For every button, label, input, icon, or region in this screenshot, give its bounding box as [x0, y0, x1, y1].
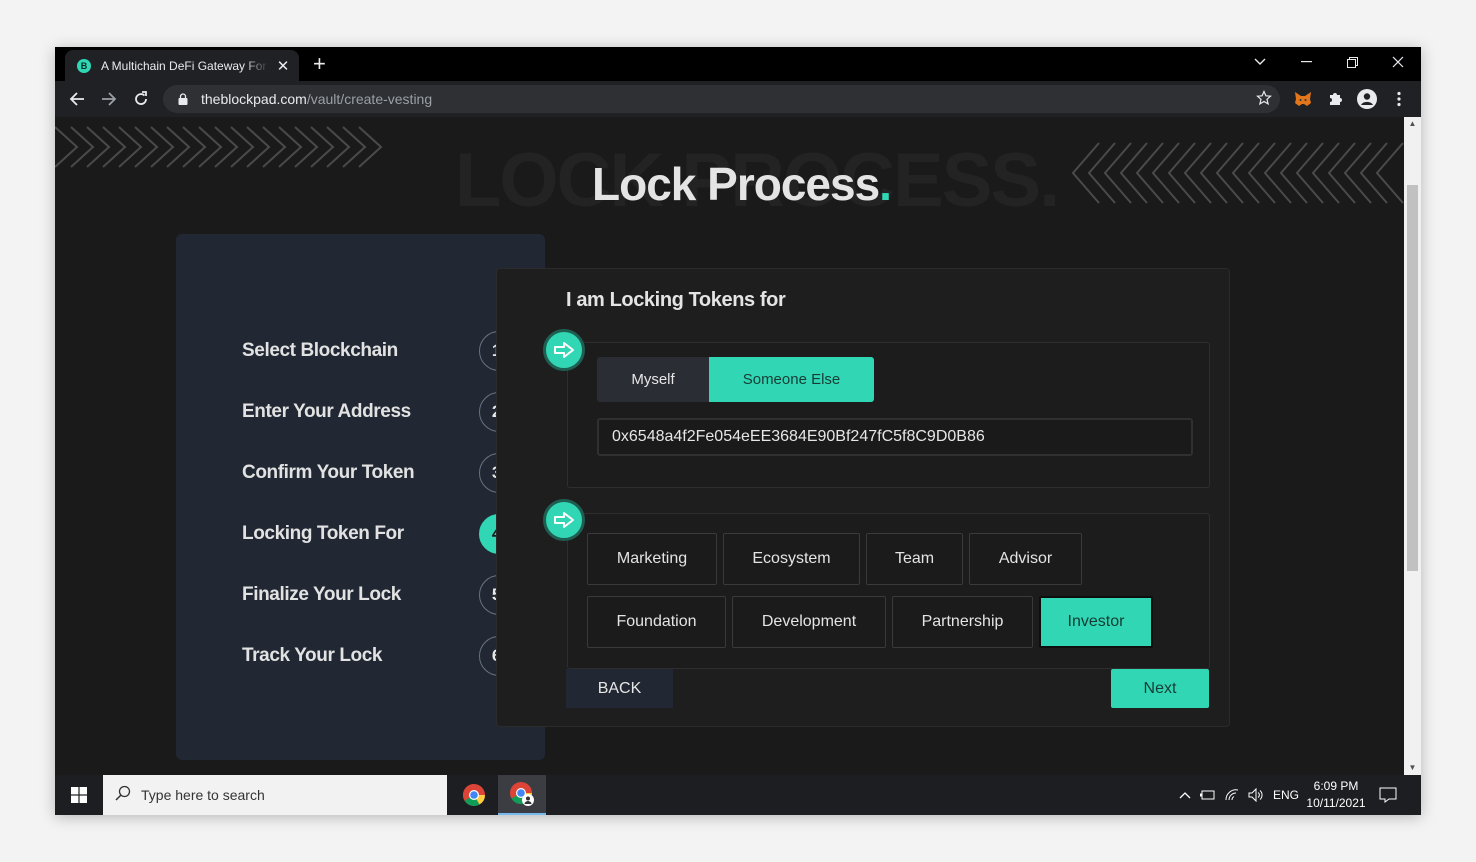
next-button[interactable]: Next [1111, 669, 1209, 708]
browser-tab[interactable]: B A Multichain DeFi Gateway For The ✕ [65, 50, 299, 81]
browser-window: B A Multichain DeFi Gateway For The ✕ + [55, 47, 1421, 815]
scrollbar-thumb[interactable] [1407, 185, 1418, 571]
address-bar[interactable]: theblockpad.com/vault/create-vesting [163, 85, 1280, 113]
arrow-right-icon [543, 329, 585, 371]
category-development-button[interactable]: Development [732, 596, 886, 648]
chevron-up-icon[interactable] [1175, 775, 1195, 815]
beneficiary-address-input[interactable] [597, 418, 1193, 456]
search-icon [115, 785, 131, 806]
close-window-icon[interactable] [1375, 47, 1421, 77]
step-label: Confirm Your Token [242, 462, 415, 483]
new-tab-icon[interactable]: + [313, 52, 326, 76]
step-item: Confirm Your Token 3. [176, 453, 545, 493]
page-title: Lock Process. [592, 158, 892, 210]
chevron-pattern-right-decoration [1071, 142, 1404, 204]
clock-time: 6:09 PM [1313, 779, 1359, 793]
chevron-pattern-left-decoration [55, 126, 383, 168]
page-viewport: LOCK PROCESS. Lock Process. Select Block… [55, 117, 1404, 775]
recipient-box: Myself Someone Else [567, 342, 1210, 488]
url-text: theblockpad.com/vault/create-vesting [201, 91, 433, 107]
minimize-icon[interactable] [1283, 47, 1329, 77]
star-icon[interactable] [1256, 90, 1272, 111]
step-item: Track Your Lock 6. [176, 636, 545, 676]
menu-icon[interactable] [1387, 87, 1411, 111]
step-item: Select Blockchain 1. [176, 331, 545, 371]
step-label: Enter Your Address [242, 401, 411, 422]
windows-icon[interactable] [55, 775, 103, 815]
blockpad-favicon-icon: B [77, 58, 91, 73]
category-foundation-button[interactable]: Foundation [587, 596, 726, 648]
metamask-icon[interactable] [1291, 87, 1315, 111]
form-heading: I am Locking Tokens for [566, 289, 786, 311]
scroll-down-icon[interactable]: ▼ [1404, 761, 1421, 775]
back-arrow-icon[interactable] [65, 87, 89, 111]
category-marketing-button[interactable]: Marketing [587, 533, 717, 585]
back-button[interactable]: BACK [566, 669, 673, 708]
chrome-icon[interactable] [450, 775, 498, 815]
category-investor-button-selected[interactable]: Investor [1039, 596, 1153, 648]
step-label: Finalize Your Lock [242, 584, 401, 605]
step-item-active: Locking Token For 4. [176, 514, 545, 554]
tab-title: A Multichain DeFi Gateway For The [101, 58, 269, 73]
close-tab-icon[interactable]: ✕ [275, 57, 291, 75]
language-indicator[interactable]: ENG [1269, 775, 1303, 815]
scroll-up-icon[interactable]: ▲ [1404, 117, 1421, 131]
someone-else-option-button[interactable]: Someone Else [709, 357, 874, 402]
battery-icon[interactable] [1197, 775, 1219, 815]
page-scrollbar[interactable]: ▲ ▼ [1404, 117, 1421, 775]
category-ecosystem-button[interactable]: Ecosystem [723, 533, 860, 585]
windows-taskbar: Type here to search ENG 6:09 PM 10/11/20… [55, 775, 1421, 815]
browser-toolbar: theblockpad.com/vault/create-vesting [55, 81, 1421, 117]
myself-option-button[interactable]: Myself [597, 357, 709, 402]
step-label: Track Your Lock [242, 645, 383, 666]
chrome-profile-icon[interactable] [498, 775, 546, 815]
tab-strip: B A Multichain DeFi Gateway For The ✕ + [55, 47, 1421, 81]
volume-icon[interactable] [1245, 775, 1267, 815]
taskbar-clock[interactable]: 6:09 PM 10/11/2021 [1300, 778, 1372, 812]
category-team-button[interactable]: Team [866, 533, 963, 585]
notification-icon[interactable] [1375, 775, 1401, 815]
step-item: Enter Your Address 2. [176, 392, 545, 432]
restore-icon[interactable] [1329, 47, 1375, 77]
step-label: Locking Token For [242, 523, 404, 544]
lock-icon[interactable] [175, 91, 191, 107]
category-partnership-button[interactable]: Partnership [892, 596, 1033, 648]
clock-date: 10/11/2021 [1306, 796, 1366, 810]
taskbar-search-placeholder: Type here to search [141, 787, 265, 803]
profile-icon[interactable] [1355, 87, 1379, 111]
locking-form-panel: I am Locking Tokens for Myself Someone E… [496, 268, 1230, 727]
forward-arrow-icon[interactable] [97, 87, 121, 111]
step-label: Select Blockchain [242, 340, 398, 361]
reload-icon[interactable] [129, 87, 153, 111]
wifi-icon[interactable] [1221, 775, 1243, 815]
extensions-icon[interactable] [1323, 87, 1347, 111]
steps-panel: Select Blockchain 1. Enter Your Address … [176, 234, 545, 760]
category-box: Marketing Ecosystem Team Advisor Foundat… [567, 513, 1210, 669]
category-advisor-button[interactable]: Advisor [969, 533, 1082, 585]
taskbar-search-box[interactable]: Type here to search [103, 775, 447, 815]
arrow-right-icon [543, 499, 585, 541]
step-item: Finalize Your Lock 5. [176, 575, 545, 615]
tab-search-chevron-icon[interactable] [1237, 47, 1283, 77]
